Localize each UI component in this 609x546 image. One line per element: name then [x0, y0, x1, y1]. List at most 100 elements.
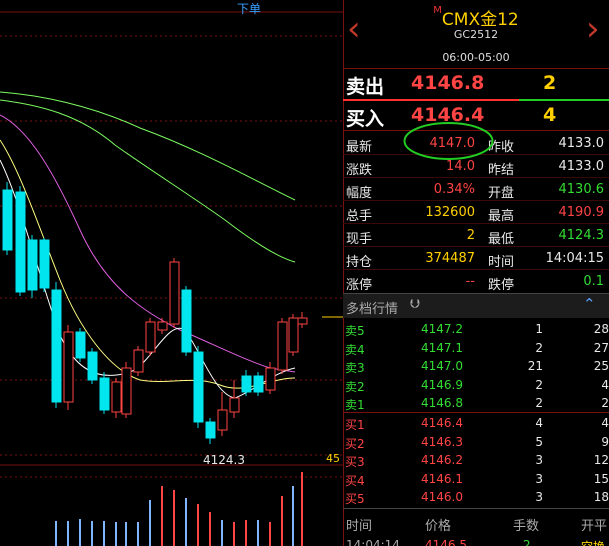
ask-level-qty: 21 [527, 359, 543, 373]
volume-bar [257, 520, 259, 546]
depth-header[interactable]: 多档行情 ⮋ ⌃ [343, 294, 609, 318]
ask-level-row[interactable]: 卖2 4146.9 2 4 [343, 376, 609, 394]
bid-level-row[interactable]: 买1 4146.4 4 4 [343, 414, 609, 432]
bid-qty: 4 [543, 104, 557, 126]
market-prefix: M [433, 5, 442, 16]
bid-level-price: 4146.0 [421, 490, 463, 504]
ask-level-price: 4147.0 [421, 359, 463, 373]
bid-level-price: 4146.2 [421, 453, 463, 467]
volume-bar [79, 519, 81, 546]
stat-label: 总手 [346, 209, 373, 224]
tick-column-header: 开平 [581, 519, 608, 534]
ask-level-row[interactable]: 卖4 4147.1 2 27 [343, 339, 609, 357]
low-price-label: 4124.3 [203, 453, 245, 467]
double-chevron-down-icon[interactable]: ⮋ [410, 297, 420, 312]
candle-body [277, 321, 288, 371]
bid-level-price: 4146.1 [421, 471, 463, 486]
stat-value: 4133.0 [558, 159, 605, 174]
bid-level-qty: 3 [535, 471, 543, 486]
tick-price: 4146.5 [425, 538, 467, 546]
order-button[interactable]: 下单 [237, 0, 261, 17]
stat-value: 14:04:15 [545, 251, 604, 266]
candle-body [27, 239, 38, 291]
ma-line [0, 99, 296, 263]
candle-body [133, 349, 144, 373]
kline-canvas[interactable] [0, 0, 343, 546]
bid-level-row[interactable]: 买3 4146.2 3 12 [343, 451, 609, 469]
stat-label: 涨停 [346, 278, 373, 293]
ask-level-total: 2 [601, 396, 609, 410]
stat-label: 最新 [346, 140, 373, 155]
bid-level-price: 4146.4 [421, 416, 463, 430]
contract-code: GC2512 [453, 28, 499, 41]
ask-level-row[interactable]: 卖3 4147.0 21 25 [343, 357, 609, 375]
stat-value: -- [465, 274, 475, 289]
volume-bar [115, 522, 117, 546]
bid-level-label: 买1 [345, 418, 365, 432]
bid-level-qty: 4 [535, 416, 543, 430]
bid-level-label: 买2 [345, 436, 365, 451]
ask-price[interactable]: 4146.8 [411, 72, 484, 94]
candle-body [75, 331, 86, 359]
stat-label: 幅度 [346, 186, 373, 201]
ask-level-total: 25 [593, 359, 609, 373]
volume-bar [221, 520, 223, 546]
candle-body [193, 351, 204, 423]
candle-body [253, 375, 264, 393]
bid-level-row[interactable]: 买4 4146.1 3 15 [343, 470, 609, 488]
candle-body [229, 397, 240, 413]
volume-bar [292, 486, 294, 546]
candle-body [157, 321, 168, 331]
ask-level-label: 卖3 [345, 361, 365, 375]
ask-level-price: 4147.2 [421, 322, 463, 336]
volume-bar [209, 512, 211, 546]
tick-row: 14:04:14 4146.5 2 空换 [343, 536, 609, 546]
ask-level-label: 卖5 [345, 324, 365, 338]
bid-level-qty: 5 [535, 434, 543, 449]
kline-chart[interactable]: 下单 4124.3 45 [0, 0, 343, 546]
ask-level-row[interactable]: 卖1 4146.8 2 2 [343, 394, 609, 412]
stat-label: 持仓 [346, 255, 373, 270]
stat-value: 0.34% [433, 182, 475, 197]
stat-label: 最低 [488, 232, 515, 247]
volume-bar [55, 521, 57, 546]
stat-value: 0.1 [583, 274, 604, 289]
bid-level-label: 买5 [345, 492, 365, 506]
ask-qty: 2 [543, 72, 557, 94]
session-time: 06:00-05:00 [442, 51, 510, 64]
stat-value: 132600 [425, 205, 475, 220]
ask-level-qty: 2 [535, 377, 543, 392]
volume-bar [269, 522, 271, 546]
divider [343, 412, 609, 413]
bid-level-total: 12 [593, 453, 609, 467]
bid-level-row[interactable]: 买2 4146.3 5 9 [343, 433, 609, 451]
volume-bar [185, 498, 187, 546]
bid-level-total: 4 [601, 416, 609, 430]
volume-bar [125, 522, 127, 546]
candle-body [241, 375, 252, 393]
volume-bar [197, 504, 199, 546]
bid-level-qty: 3 [535, 490, 543, 504]
candle-body [15, 191, 26, 293]
stat-label: 现手 [346, 232, 373, 247]
candle-body [297, 317, 308, 325]
bid-level-price: 4146.3 [421, 434, 463, 449]
stat-label: 最高 [488, 209, 515, 224]
bid-level-total: 18 [593, 490, 609, 504]
ask-level-price: 4147.1 [421, 340, 463, 355]
ask-level-row[interactable]: 卖5 4147.2 1 28 [343, 320, 609, 338]
ask-level-qty: 2 [535, 340, 543, 355]
quote-panel: ‹ › MCMX金12 GC2512 06:00-05:00 卖出 4146.8… [343, 0, 609, 546]
axis-right-value: 45 [326, 452, 340, 465]
candle-body [288, 317, 299, 353]
candle-body [121, 367, 132, 415]
tick-open-close: 空换 [581, 538, 605, 546]
volume-bar [67, 521, 69, 546]
bid-level-row[interactable]: 买5 4146.0 3 18 [343, 488, 609, 506]
symbol-name: CMX金12 [441, 10, 519, 30]
divider [343, 68, 609, 69]
candle-body [181, 289, 192, 353]
tick-column-header: 价格 [425, 519, 452, 534]
collapse-up-icon[interactable]: ⌃ [583, 295, 596, 313]
ask-level-price: 4146.8 [421, 396, 463, 410]
